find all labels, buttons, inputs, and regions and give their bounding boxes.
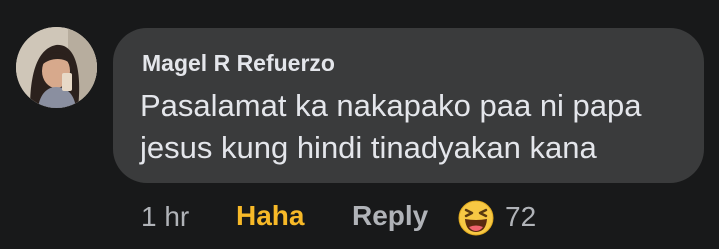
comment-thread: Magel R Refuerzo Pasalamat ka nakapako p… [0, 0, 719, 249]
avatar[interactable] [16, 27, 97, 108]
reply-button[interactable]: Reply [352, 200, 428, 232]
comment-actions: 1 hr Haha Reply 72 [0, 197, 719, 237]
haha-reaction-button[interactable]: Haha [236, 200, 304, 232]
comment-bubble: Magel R Refuerzo Pasalamat ka nakapako p… [113, 28, 704, 183]
haha-emoji-icon [458, 200, 494, 236]
reaction-count: 72 [505, 201, 537, 232]
comment-author[interactable]: Magel R Refuerzo [142, 50, 335, 77]
comment-text: Pasalamat ka nakapako paa ni papa jesus … [140, 88, 642, 165]
profile-photo [16, 27, 97, 108]
comment-timestamp[interactable]: 1 hr [141, 201, 189, 233]
